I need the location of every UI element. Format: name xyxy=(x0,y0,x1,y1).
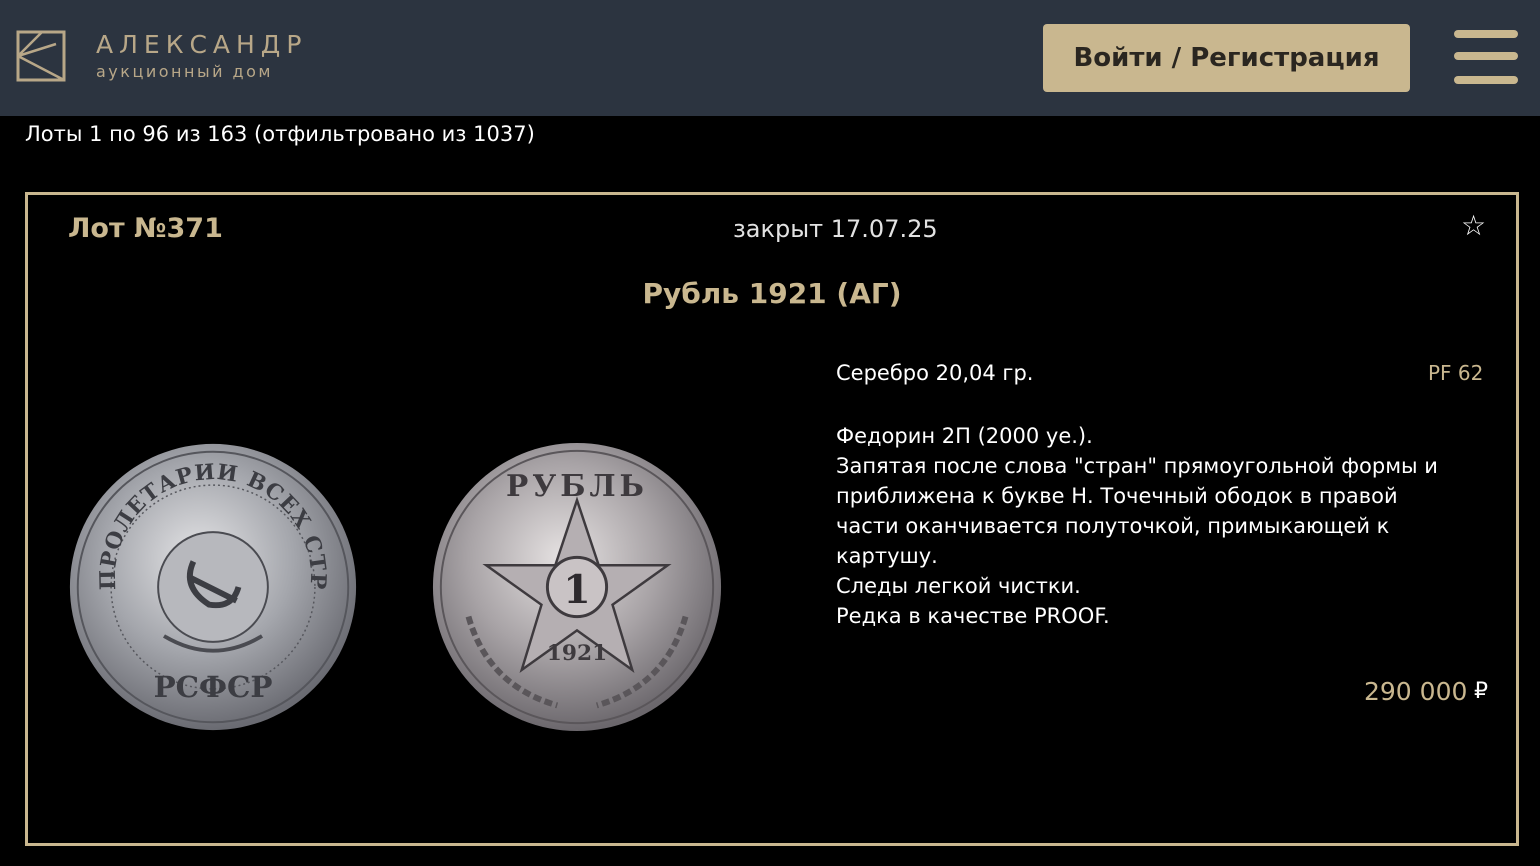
favorite-star-icon[interactable]: ☆ xyxy=(1461,209,1486,242)
lot-title[interactable]: Рубль 1921 (АГ) xyxy=(28,277,1516,310)
obverse-bottom-text: РСФСР xyxy=(154,669,273,704)
lot-number: Лот №371 xyxy=(68,213,223,244)
brand-logo[interactable]: АЛЕКСАНДР аукционный дом xyxy=(16,30,307,82)
site-header: АЛЕКСАНДР аукционный дом Войти / Регистр… xyxy=(0,0,1540,116)
description-line: части оканчивается полуточкой, примыкающ… xyxy=(836,514,1390,538)
login-register-button[interactable]: Войти / Регистрация xyxy=(1043,24,1410,92)
reverse-year: 1921 xyxy=(547,641,607,666)
brand-name: АЛЕКСАНДР xyxy=(96,30,308,59)
reverse-value: 1 xyxy=(563,567,590,613)
brand-subtitle: аукционный дом xyxy=(96,62,273,81)
lots-count-summary: Лоты 1 по 96 из 163 (отфильтровано из 10… xyxy=(25,122,535,146)
description-line: Запятая после слова "стран" прямоугольно… xyxy=(836,454,1438,478)
lot-card[interactable]: Лот №371 закрыт 17.07.25 ☆ Рубль 1921 (А… xyxy=(25,192,1519,846)
lot-status: закрыт 17.07.25 xyxy=(733,215,938,243)
lot-price: 290 000 xyxy=(1364,677,1468,706)
description-line: Редка в качестве PROOF. xyxy=(836,604,1110,628)
currency-symbol: ₽ xyxy=(1474,679,1488,704)
description-line: Федорин 2П (2000 уе.). xyxy=(836,424,1093,448)
coin-obverse-image[interactable]: ПРОЛЕТАРИИ ВСЕХ СТРАН, СОЕДИНЯЙТЕСЬ! РСФ… xyxy=(66,439,360,735)
lot-description: Федорин 2П (2000 уе.). Запятая после сло… xyxy=(836,421,1486,631)
hamburger-menu-icon[interactable] xyxy=(1454,30,1520,86)
description-line: картушу. xyxy=(836,544,938,568)
logo-mark-icon xyxy=(16,30,66,82)
lot-metal-weight: Серебро 20,04 гр. xyxy=(836,361,1034,385)
coin-reverse-image[interactable]: РУБЛЬ 1 1921 xyxy=(428,439,726,735)
description-line: Следы легкой чистки. xyxy=(836,574,1081,598)
description-line: приближена к букве Н. Точечный ободок в … xyxy=(836,484,1398,508)
brand-text: АЛЕКСАНДР аукционный дом xyxy=(96,30,307,82)
lot-grade: PF 62 xyxy=(1428,361,1484,385)
